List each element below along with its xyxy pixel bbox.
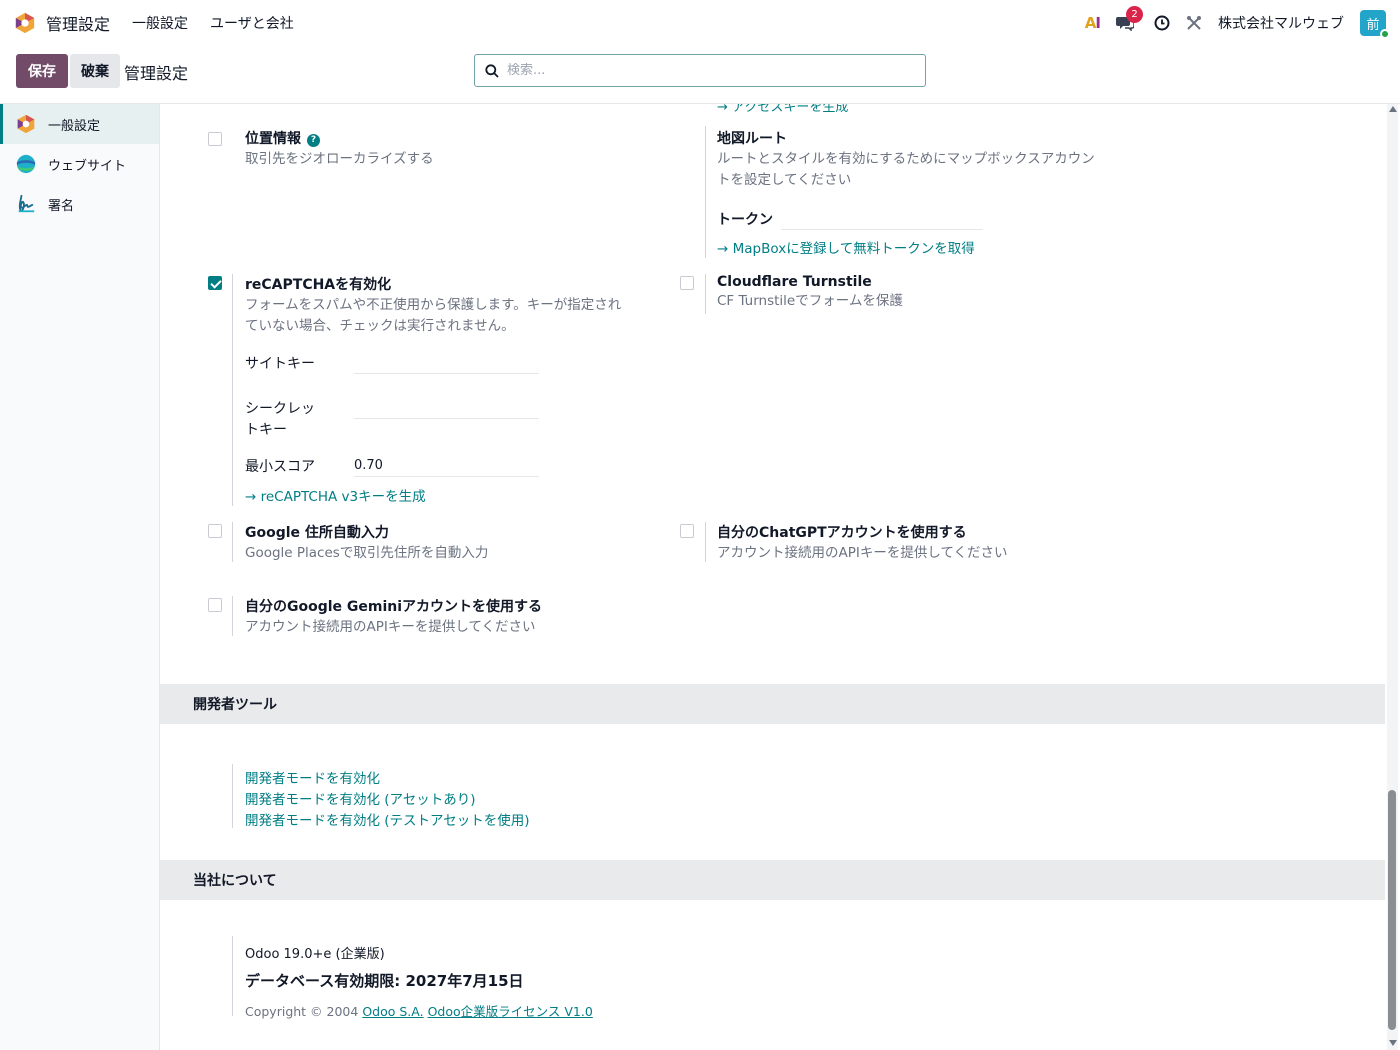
chatgpt-setting: 自分のChatGPTアカウントを使用する アカウント接続用のAPIキーを提供して… [717, 522, 1008, 564]
chat-badge: 2 [1126, 6, 1143, 23]
google-address-desc: Google Placesで取引先住所を自動入力 [245, 545, 489, 561]
license-link[interactable]: Odoo企業版ライセンス V1.0 [428, 1004, 593, 1019]
company-switcher[interactable]: 株式会社マルウェブ [1218, 13, 1344, 33]
secret-key-label-2: トキー [245, 422, 287, 438]
divider [232, 764, 233, 828]
breadcrumb: 管理設定 [124, 64, 189, 83]
chatgpt-title: 自分のChatGPTアカウントを使用する [717, 525, 967, 541]
secret-key-label-1: シークレッ [245, 401, 315, 417]
map-routes-setting: 地図ルート ルートとスタイルを有効にするためにマップボックスアカウン トを設定し… [717, 128, 1137, 191]
clock-icon[interactable] [1154, 15, 1170, 31]
geolocation-desc: 取引先をジオローカライズする [245, 151, 434, 167]
menu-general-settings[interactable]: 一般設定 [132, 13, 188, 33]
map-routes-title: 地図ルート [717, 131, 787, 147]
control-panel: 保存 破棄 管理設定 [0, 46, 1400, 104]
copyright-text: Copyright © 2004 Odoo S.A. Odoo企業版ライセンス … [245, 1004, 593, 1019]
sidebar-item-label: 署名 [48, 198, 75, 214]
search-icon [485, 63, 499, 78]
map-routes-desc-2: トを設定してください [717, 172, 852, 188]
divider [232, 596, 233, 636]
site-key-label: サイトキー [245, 356, 315, 372]
menu-users-companies[interactable]: ユーザと会社 [210, 13, 294, 33]
geolocation-checkbox[interactable] [208, 132, 222, 146]
version-text: Odoo 19.0+e (企業版) [245, 947, 385, 962]
clock-glyph-icon [1154, 15, 1170, 31]
top-navbar: 管理設定 一般設定 ユーザと会社 AI 2 株式会社マルウェブ 前 [0, 0, 1400, 46]
expiry-text: データベース有効期限: 2027年7月15日 [245, 972, 524, 990]
map-routes-desc-1: ルートとスタイルを有効にするためにマップボックスアカウン [717, 151, 1095, 167]
discard-button[interactable]: 破棄 [70, 54, 120, 88]
gemini-title: 自分のGoogle Geminiアカウントを使用する [245, 599, 543, 615]
sidebar-item-general[interactable]: 一般設定 [0, 104, 159, 144]
sidebar-item-label: 一般設定 [48, 118, 101, 134]
scrollbar-thumb[interactable] [1388, 790, 1396, 1030]
section-about: 当社について [160, 860, 1385, 900]
help-icon[interactable]: ? [307, 134, 320, 147]
geolocation-setting: 位置情報? 取引先をジオローカライズする [245, 128, 434, 170]
google-address-title: Google 住所自動入力 [245, 525, 389, 541]
recaptcha-title: reCAPTCHAを有効化 [245, 277, 392, 293]
sidebar-item-sign[interactable]: 署名 [0, 184, 159, 224]
gemini-desc: アカウント接続用のAPIキーを提供してください [245, 619, 536, 635]
access-key-link[interactable]: → アクセスキーを生成 [717, 104, 848, 115]
online-status-dot [1380, 29, 1390, 39]
settings-content: → アクセスキーを生成 位置情報? 取引先をジオローカライズする 地図ルート ル… [160, 104, 1385, 1050]
developer-mode-link[interactable]: 開発者モードを有効化 [245, 767, 380, 787]
sign-app-icon [16, 194, 36, 214]
recaptcha-desc-1: フォームをスパムや不正使用から保護します。キーが指定され [245, 297, 622, 313]
recaptcha-desc-2: ていない場合、チェックは実行されません。 [245, 318, 515, 334]
app-title[interactable]: 管理設定 [46, 11, 110, 35]
user-avatar[interactable]: 前 [1360, 10, 1390, 39]
chatgpt-checkbox[interactable] [680, 524, 694, 538]
settings-search[interactable] [474, 54, 926, 87]
chat-icon[interactable]: 2 [1116, 6, 1143, 31]
ai-icon[interactable]: AI [1085, 14, 1101, 32]
google-address-checkbox[interactable] [208, 524, 222, 538]
settings-sidebar: 一般設定 ウェブサイト 署名 [0, 104, 160, 1050]
token-label: トークン [717, 212, 773, 228]
cloudflare-checkbox[interactable] [680, 276, 694, 290]
gemini-setting: 自分のGoogle Geminiアカウントを使用する アカウント接続用のAPIキ… [245, 596, 542, 638]
recaptcha-checkbox[interactable] [208, 276, 222, 290]
section-developer-tools: 開発者ツール [160, 684, 1385, 724]
odoo-sa-link[interactable]: Odoo S.A. [362, 1004, 423, 1019]
divider [705, 522, 706, 562]
cloudflare-setting: Cloudflare Turnstile CF Turnstileでフォームを保… [717, 274, 903, 312]
gemini-checkbox[interactable] [208, 598, 222, 612]
scroll-down-arrow-icon[interactable] [1389, 1040, 1397, 1046]
developer-mode-test-assets-link[interactable]: 開発者モードを有効化 (テストアセットを使用) [245, 809, 530, 829]
divider [232, 274, 233, 506]
secret-key-input[interactable] [354, 400, 539, 419]
geolocation-title: 位置情報 [245, 131, 301, 147]
divider [232, 522, 233, 562]
site-key-input[interactable] [354, 355, 539, 374]
min-score-label: 最小スコア [245, 459, 315, 475]
website-app-icon [16, 154, 36, 174]
recaptcha-key-link[interactable]: → reCAPTCHA v3キーを生成 [245, 485, 426, 505]
divider [705, 126, 706, 258]
chatgpt-desc: アカウント接続用のAPIキーを提供してください [717, 545, 1008, 561]
mapbox-link[interactable]: → MapBoxに登録して無料トークンを取得 [717, 237, 975, 257]
google-address-setting: Google 住所自動入力 Google Placesで取引先住所を自動入力 [245, 522, 488, 564]
settings-app-icon [16, 114, 36, 134]
sidebar-item-label: ウェブサイト [48, 158, 127, 174]
tools-icon[interactable] [1186, 15, 1202, 31]
developer-mode-assets-link[interactable]: 開発者モードを有効化 (アセットあり) [245, 788, 476, 808]
min-score-input[interactable]: 0.70 [354, 458, 539, 477]
settings-app-icon[interactable] [14, 12, 36, 34]
divider [232, 936, 233, 1016]
recaptcha-setting: reCAPTCHAを有効化 フォームをスパムや不正使用から保護します。キーが指定… [245, 274, 665, 337]
scroll-up-arrow-icon[interactable] [1389, 106, 1397, 112]
search-input[interactable] [507, 63, 925, 78]
save-button[interactable]: 保存 [16, 54, 68, 88]
navbar-systray: AI 2 株式会社マルウェブ 前 [1069, 6, 1390, 39]
wrench-icon [1187, 16, 1201, 30]
cloudflare-desc: CF Turnstileでフォームを保護 [717, 293, 903, 309]
sidebar-item-website[interactable]: ウェブサイト [0, 144, 159, 184]
divider [705, 274, 706, 314]
token-input[interactable] [781, 211, 983, 230]
cloudflare-title: Cloudflare Turnstile [717, 274, 872, 290]
